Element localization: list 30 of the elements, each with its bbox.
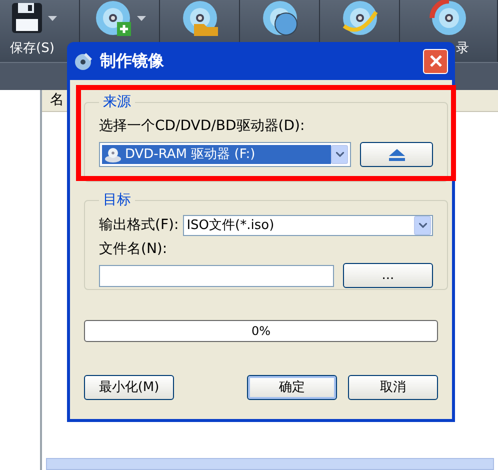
drive-value: DVD-RAM 驱动器 (F:)	[125, 146, 256, 164]
scrollbar[interactable]	[46, 458, 494, 470]
format-value: ISO文件(*.iso)	[186, 216, 276, 235]
format-dropdown[interactable]: ISO文件(*.iso)	[182, 215, 433, 236]
group-legend: 来源	[99, 92, 135, 113]
column-header[interactable]: 名	[50, 90, 64, 111]
browse-button[interactable]: ...	[343, 263, 433, 288]
progress-reading: 0%	[251, 323, 271, 340]
disc-icon	[93, 0, 133, 36]
eject-button[interactable]	[360, 142, 433, 167]
eject-icon	[388, 148, 404, 160]
toolbar-label: 录	[456, 40, 469, 58]
caret-icon	[137, 16, 146, 20]
drive-icon	[104, 146, 122, 162]
dialog-button[interactable]: 取消	[348, 375, 438, 400]
caret-icon	[48, 16, 57, 20]
disc-wrench-icon	[74, 51, 94, 71]
drive-dropdown[interactable]: DVD-RAM 驱动器 (F:)	[99, 142, 351, 167]
close-icon	[428, 54, 442, 68]
toolbar-label: 保存(S)	[10, 40, 54, 58]
close-button[interactable]	[423, 48, 448, 74]
dialog-button[interactable]: 最小化(M)	[84, 375, 174, 400]
field-label: 文件名(N):	[99, 240, 168, 259]
filename-field[interactable]	[99, 264, 334, 286]
field-label: 选择一个CD/DVD/BD驱动器(D):	[99, 117, 306, 136]
disc-icon	[429, 0, 469, 36]
dialog-button[interactable]: 确定	[247, 375, 337, 400]
field-label: 输出格式(F):	[99, 216, 179, 235]
group-legend: 目标	[99, 190, 135, 211]
window-title: 制作镜像	[100, 50, 165, 72]
